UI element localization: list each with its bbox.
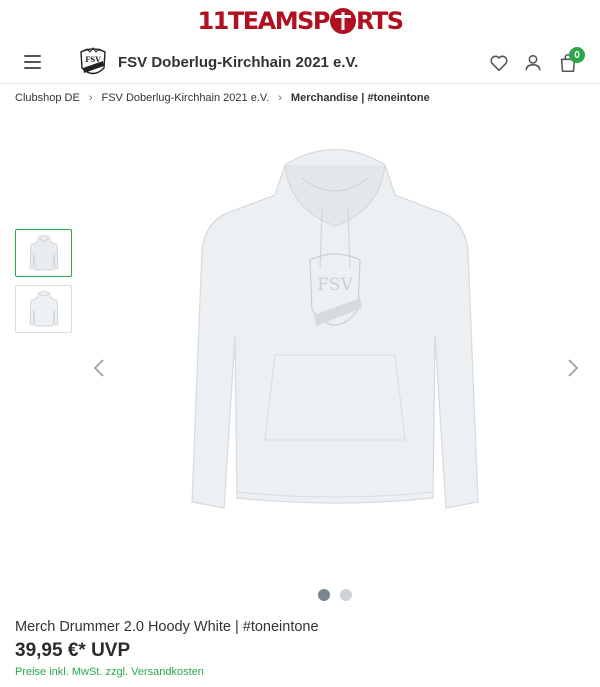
svg-text:FSV: FSV [317, 275, 353, 295]
product-title: Merch Drummer 2.0 Hoody White | #toneint… [15, 619, 319, 635]
gallery-thumbnail-2[interactable] [15, 285, 72, 333]
club-logo[interactable]: FSV [78, 46, 108, 80]
menu-icon[interactable] [24, 55, 41, 69]
club-name[interactable]: FSV Doberlug-Kirchhain 2021 e.V. [118, 54, 358, 71]
chevron-right-icon[interactable] [566, 358, 580, 378]
chevron-right-icon: › [278, 92, 282, 104]
product-price: 39,95 €* UVP [15, 640, 131, 661]
breadcrumb-item-current[interactable]: Merchandise | #toneintone [291, 92, 430, 104]
breadcrumb: Clubshop DE › FSV Doberlug-Kirchhain 202… [15, 92, 430, 104]
breadcrumb-item-clubshop[interactable]: Clubshop DE [15, 92, 80, 104]
user-icon[interactable] [522, 52, 544, 74]
brand-bar: 11TEAMSP RTS [0, 0, 600, 42]
chevron-left-icon[interactable] [92, 358, 106, 378]
tax-info-text: Preise inkl. MwSt. zzgl. [15, 666, 129, 678]
product-gallery: FSV [80, 130, 600, 590]
product-main-image[interactable]: FSV [190, 140, 480, 518]
shop-logo[interactable]: 11TEAMSP RTS [197, 7, 404, 35]
tax-info: Preise inkl. MwSt. zzgl. Versandkosten [15, 666, 204, 678]
hoodie-back-thumbnail [29, 291, 58, 327]
breadcrumb-item-club[interactable]: FSV Doberlug-Kirchhain 2021 e.V. [102, 92, 270, 104]
logo-ball-icon [329, 8, 356, 34]
gallery-dot-2[interactable] [340, 589, 352, 601]
gallery-thumbnail-1[interactable] [15, 229, 72, 277]
shipping-costs-link[interactable]: Versandkosten [131, 666, 204, 678]
heart-icon[interactable] [488, 52, 510, 74]
logo-text-left: 11TEAMSP [197, 7, 330, 35]
gallery-pagination [318, 589, 352, 601]
logo-text-right: RTS [355, 7, 404, 35]
hoodie-front-thumbnail [29, 235, 58, 271]
cart-count-badge: 0 [569, 47, 585, 63]
gallery-dot-1[interactable] [318, 589, 330, 601]
club-header: FSV FSV Doberlug-Kirchhain 2021 e.V. 0 [0, 42, 600, 84]
chevron-right-icon: › [88, 92, 93, 104]
